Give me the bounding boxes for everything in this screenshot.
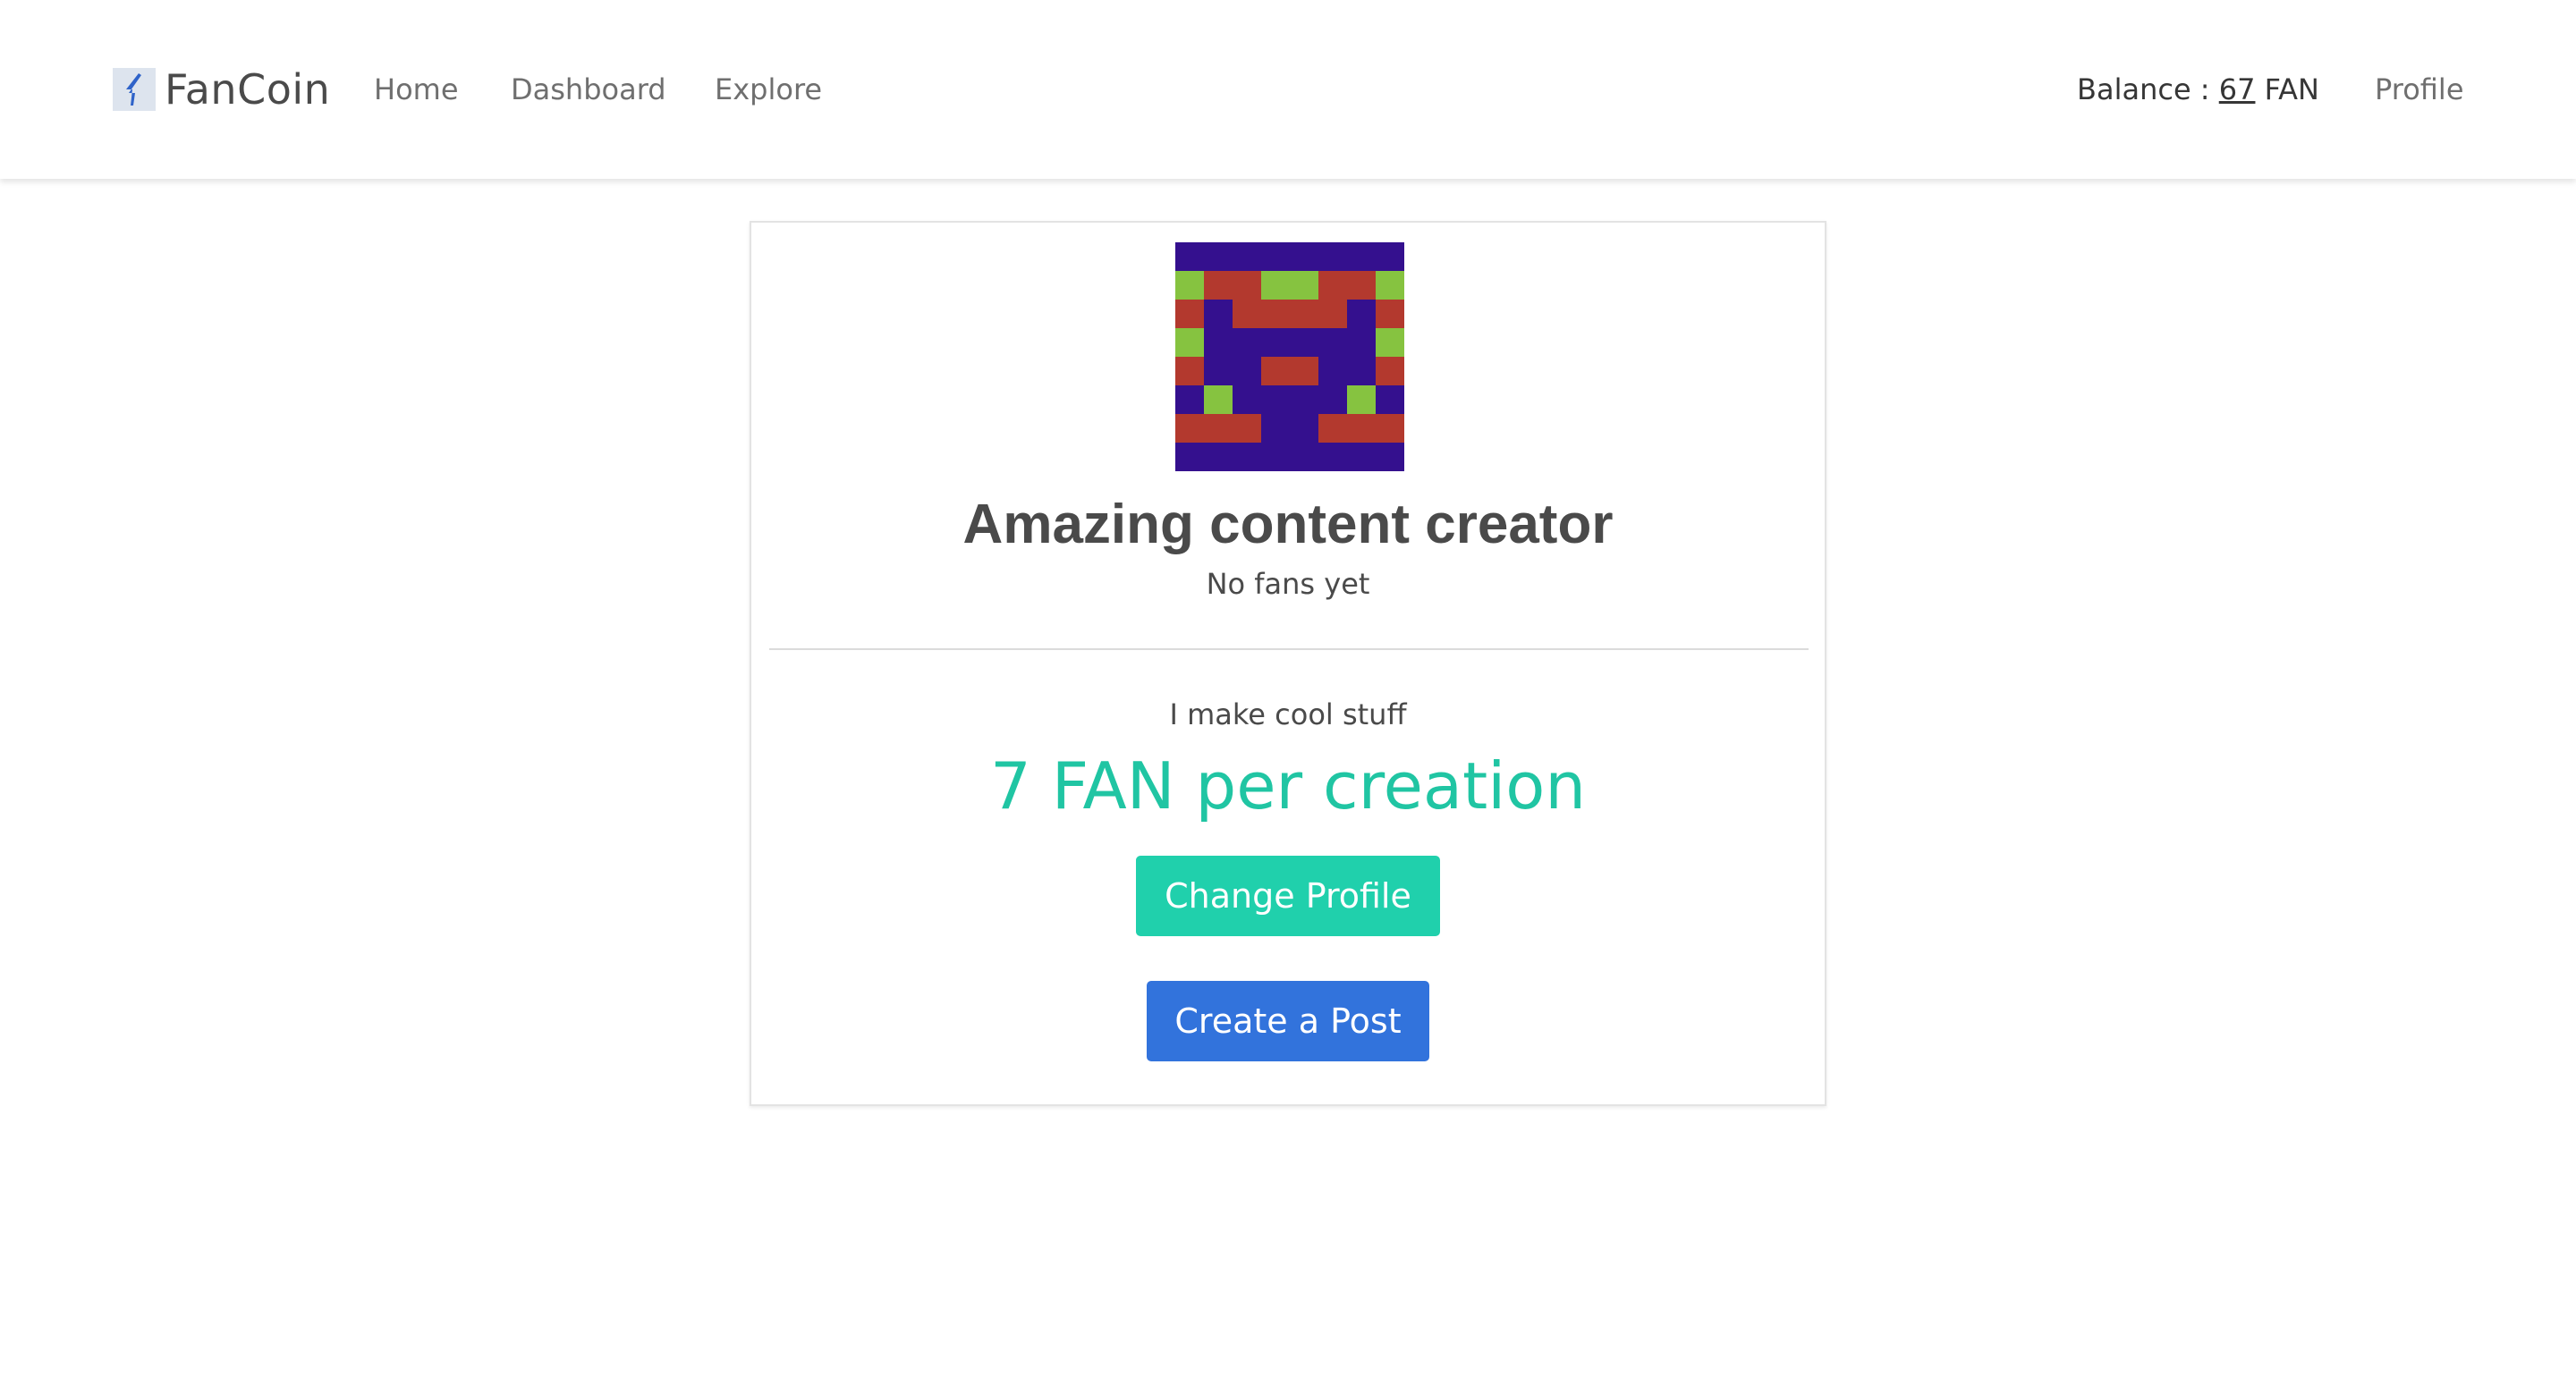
brand-link[interactable]: FanCoin	[113, 65, 331, 114]
fancoin-logo-icon	[113, 68, 156, 111]
fan-count: No fans yet	[1206, 567, 1370, 601]
balance-display: Balance : 67 FAN	[2077, 70, 2319, 109]
balance-unit: FAN	[2255, 72, 2319, 106]
top-navbar: FanCoin Home Dashboard Explore Balance :…	[0, 0, 2576, 179]
profile-name: Amazing content creator	[962, 494, 1614, 555]
nav-dashboard[interactable]: Dashboard	[511, 70, 666, 109]
create-post-button[interactable]: Create a Post	[1147, 981, 1429, 1061]
balance-label: Balance :	[2077, 72, 2219, 106]
change-profile-button[interactable]: Change Profile	[1136, 856, 1440, 936]
nav-profile[interactable]: Profile	[2375, 70, 2464, 109]
identicon-avatar	[1175, 242, 1404, 471]
brand-name: FanCoin	[165, 65, 331, 114]
nav-explore[interactable]: Explore	[715, 70, 822, 109]
creation-price: 7 FAN per creation	[990, 748, 1586, 824]
profile-card: Amazing content creator No fans yet I ma…	[750, 221, 1826, 1106]
divider	[769, 648, 1809, 650]
balance-amount[interactable]: 67	[2219, 72, 2256, 106]
nav-home[interactable]: Home	[374, 70, 459, 109]
profile-bio: I make cool stuff	[1169, 697, 1407, 731]
